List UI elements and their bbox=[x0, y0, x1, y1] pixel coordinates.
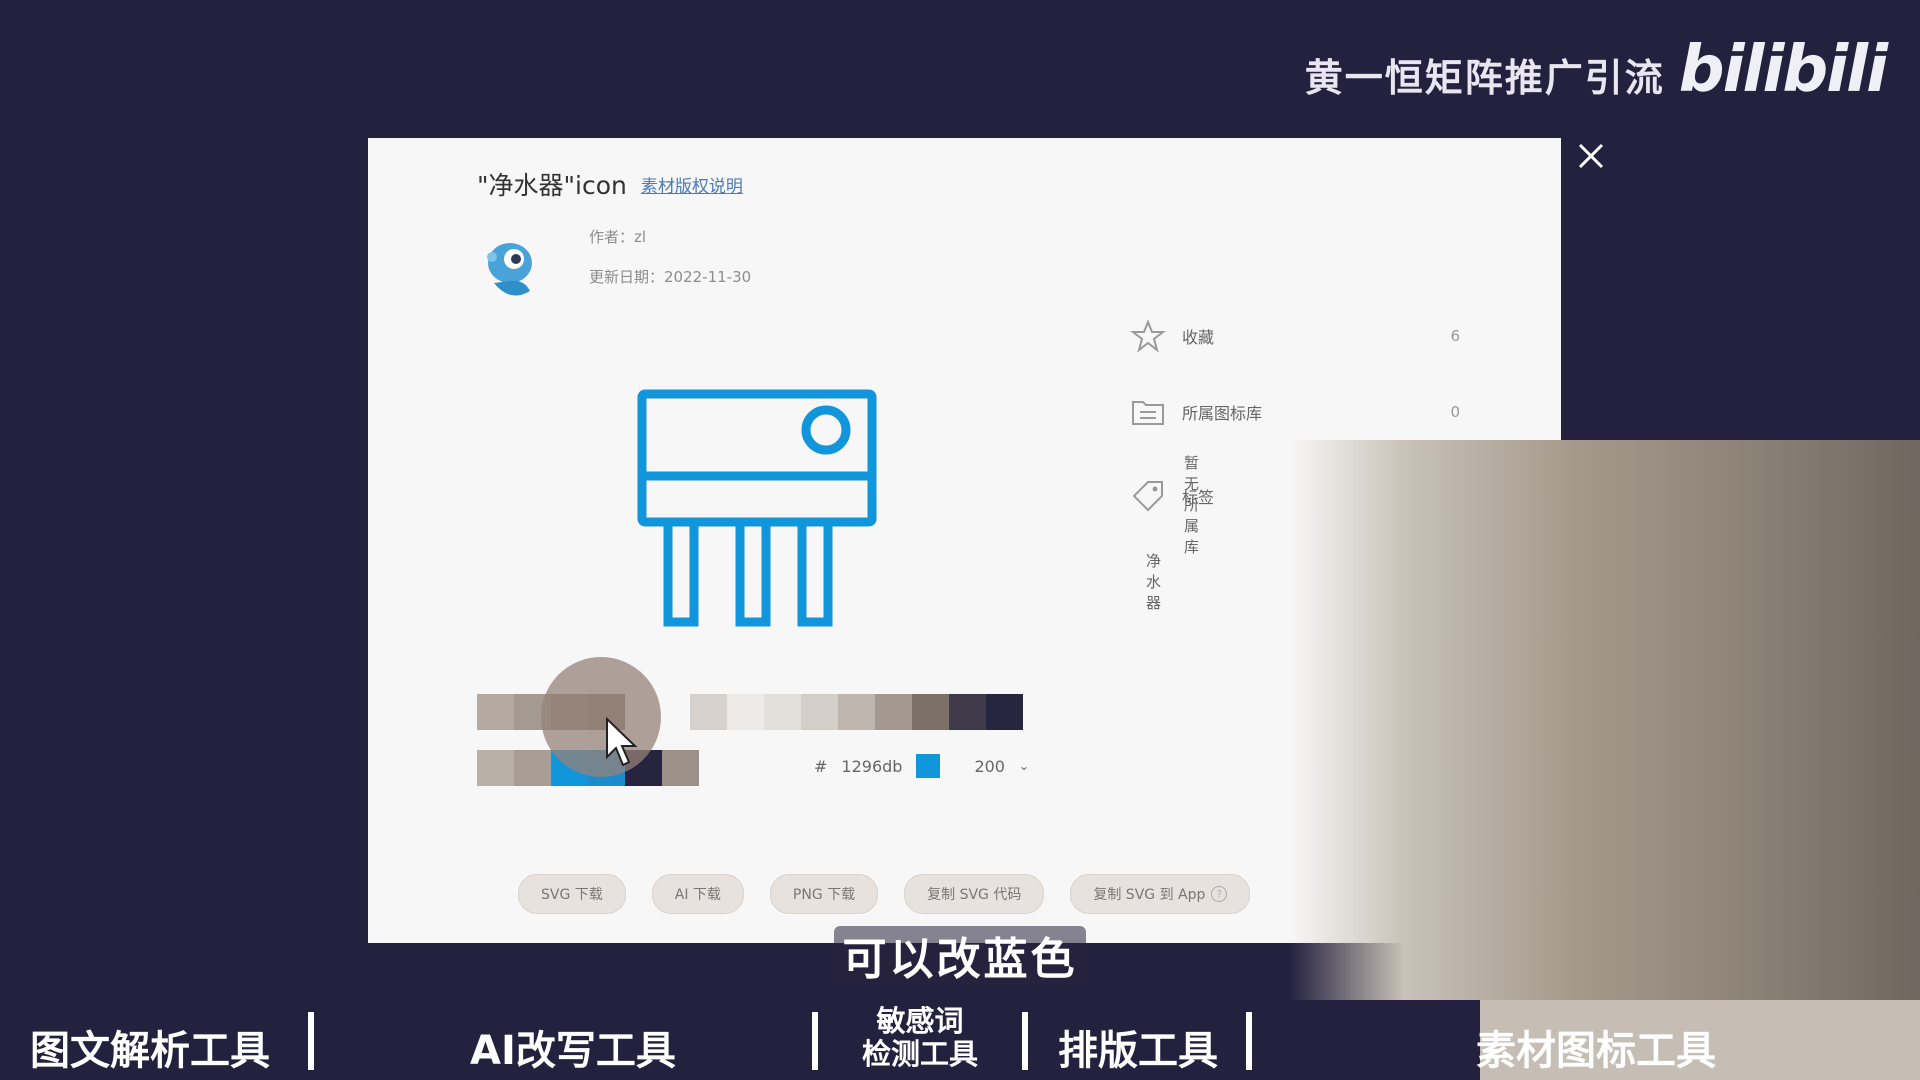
tool-separator bbox=[1022, 1012, 1028, 1070]
favorite-label: 收藏 bbox=[1182, 328, 1215, 347]
action-buttons: SVG 下载 AI 下载 PNG 下载 复制 SVG 代码 复制 SVG 到 A… bbox=[518, 874, 1251, 914]
tool-icon-assets[interactable]: 素材图标工具 bbox=[1476, 1018, 1716, 1076]
copy-svg-to-app-button[interactable]: 复制 SVG 到 App? bbox=[1070, 874, 1251, 914]
icon-title: "净水器"icon bbox=[477, 171, 627, 200]
color-swatch[interactable] bbox=[764, 694, 801, 730]
brand-watermark: 黄一恒矩阵推广引流 bilibili bbox=[1304, 33, 1888, 107]
size-select[interactable]: 200 ⌄ bbox=[974, 757, 1029, 776]
mouse-cursor-icon bbox=[606, 717, 638, 767]
tool-ai-rewrite[interactable]: AI改写工具 bbox=[470, 1018, 676, 1076]
license-link[interactable]: 素材版权说明 bbox=[641, 172, 743, 197]
color-swatch[interactable] bbox=[662, 750, 699, 786]
library-row: 所属图标库 0 bbox=[1130, 394, 1460, 430]
tool-sensitive-line-2: 检测工具 bbox=[862, 1037, 979, 1071]
color-swatch[interactable] bbox=[801, 694, 838, 730]
current-color-swatch[interactable] bbox=[916, 754, 941, 778]
tool-separator bbox=[308, 1012, 314, 1070]
color-swatch[interactable] bbox=[949, 694, 986, 730]
svg-download-button[interactable]: SVG 下载 bbox=[518, 874, 626, 914]
click-highlight bbox=[541, 657, 661, 777]
close-icon[interactable] bbox=[1573, 138, 1609, 174]
hex-hash: # bbox=[814, 756, 828, 776]
size-value: 200 bbox=[974, 756, 1005, 776]
color-swatch[interactable] bbox=[986, 694, 1023, 730]
tags-label: 标签 bbox=[1182, 488, 1215, 507]
color-swatch[interactable] bbox=[912, 694, 949, 730]
color-swatch[interactable] bbox=[514, 750, 551, 786]
update-date: 更新日期：2022-11-30 bbox=[589, 268, 752, 286]
color-swatch[interactable] bbox=[875, 694, 912, 730]
water-purifier-icon bbox=[637, 389, 877, 627]
tool-layout[interactable]: 排版工具 bbox=[1058, 1018, 1218, 1076]
chevron-down-icon: ⌄ bbox=[1018, 759, 1030, 773]
author-name: 作者：zl bbox=[589, 228, 647, 246]
copy-svg-code-button[interactable]: 复制 SVG 代码 bbox=[904, 874, 1045, 914]
color-swatch[interactable] bbox=[727, 694, 764, 730]
color-picker-row: # 1296db 200 ⌄ bbox=[814, 754, 1029, 778]
author-avatar[interactable] bbox=[480, 233, 544, 305]
tool-separator bbox=[812, 1012, 818, 1070]
color-swatch[interactable] bbox=[477, 750, 514, 786]
library-count: 0 bbox=[1450, 403, 1460, 421]
tool-sensitive-line-1: 敏感词 bbox=[876, 1004, 964, 1038]
folder-list-icon bbox=[1132, 401, 1164, 425]
tag-item[interactable]: 净水器 bbox=[1146, 550, 1161, 613]
png-download-button[interactable]: PNG 下载 bbox=[769, 874, 879, 914]
color-swatch[interactable] bbox=[838, 694, 875, 730]
bilibili-logo: bilibili bbox=[1678, 33, 1888, 107]
ai-download-button[interactable]: AI 下载 bbox=[651, 874, 744, 914]
color-swatch[interactable] bbox=[690, 694, 727, 730]
favorite-row[interactable]: 收藏 6 bbox=[1130, 318, 1460, 354]
tool-sensitive-word-check[interactable]: 敏感词 检测工具 bbox=[862, 1005, 978, 1071]
tool-separator bbox=[1246, 1012, 1252, 1070]
favorite-count: 6 bbox=[1450, 327, 1460, 345]
library-label: 所属图标库 bbox=[1182, 404, 1263, 423]
color-swatch[interactable] bbox=[477, 694, 514, 730]
help-icon: ? bbox=[1211, 886, 1228, 902]
title-row: "净水器"icon 素材版权说明 bbox=[477, 166, 743, 202]
brand-text: 黄一恒矩阵推广引流 bbox=[1304, 56, 1665, 100]
hex-value-input[interactable]: 1296db bbox=[841, 757, 902, 776]
video-subtitle: 可以改蓝色 bbox=[834, 926, 1086, 985]
tag-icon bbox=[1132, 481, 1163, 512]
presenter-webcam bbox=[1290, 440, 1920, 1000]
star-icon bbox=[1130, 319, 1166, 353]
tool-image-text-analysis[interactable]: 图文解析工具 bbox=[30, 1018, 270, 1076]
